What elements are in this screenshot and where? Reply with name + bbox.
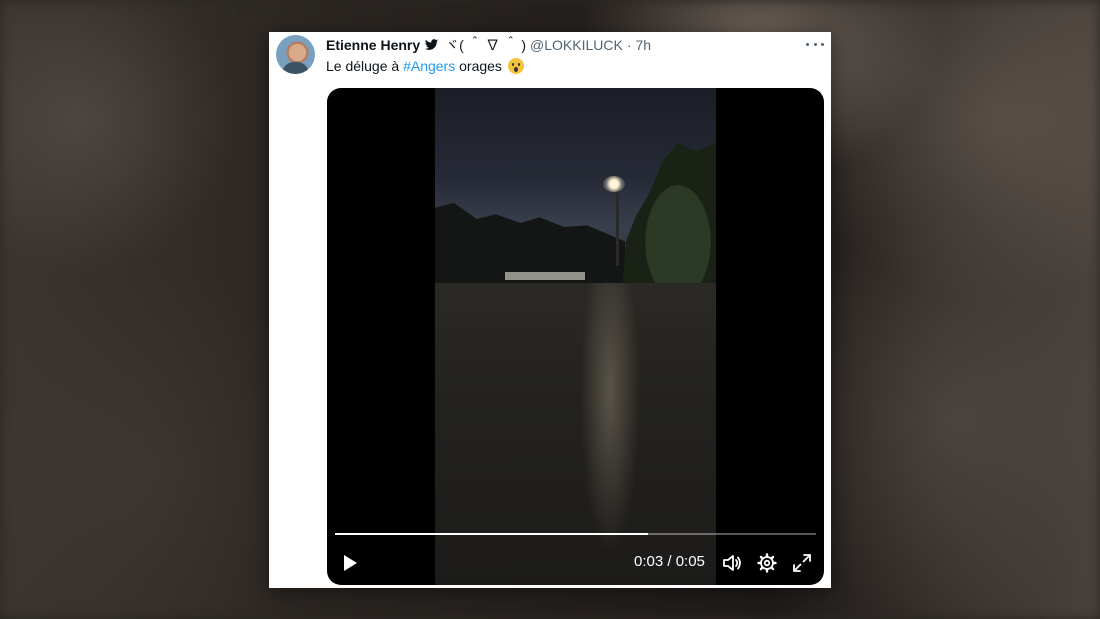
progress-bar[interactable] bbox=[335, 533, 816, 535]
tweet-header: Etienne Henry ヾ( ＾ ∇ ＾ ) @LOKKILUCK · 7h bbox=[326, 36, 651, 54]
volume-icon[interactable] bbox=[722, 553, 742, 573]
video-player[interactable]: 0:03 / 0:05 bbox=[327, 88, 824, 585]
hashtag-link[interactable]: #Angers bbox=[403, 58, 455, 74]
gear-icon[interactable] bbox=[757, 553, 777, 573]
avatar[interactable] bbox=[276, 35, 315, 74]
fullscreen-icon[interactable] bbox=[792, 553, 812, 573]
author-name[interactable]: Etienne Henry bbox=[326, 37, 420, 53]
separator-dot: · bbox=[626, 37, 632, 53]
more-dot bbox=[806, 42, 809, 46]
houses-silhouette bbox=[435, 203, 625, 283]
progress-fill bbox=[335, 533, 648, 535]
flooded-street bbox=[435, 283, 716, 585]
white-fence bbox=[505, 272, 585, 280]
tweet-text-after: orages bbox=[455, 58, 506, 74]
twitter-bird-icon bbox=[425, 39, 439, 50]
street-lamp bbox=[616, 184, 619, 266]
time-display: 0:03 / 0:05 bbox=[634, 553, 705, 570]
tweet-time[interactable]: 7h bbox=[636, 37, 652, 53]
more-dot bbox=[813, 42, 817, 46]
author-handle[interactable]: @LOKKILUCK bbox=[530, 37, 623, 53]
scream-emoji-icon bbox=[507, 58, 524, 74]
more-dot bbox=[821, 42, 824, 46]
lamp-light bbox=[603, 176, 625, 192]
tweet-text: Le déluge à #Angers orages bbox=[326, 58, 524, 74]
tweet-text-before: Le déluge à bbox=[326, 58, 404, 74]
video-frame bbox=[435, 88, 716, 585]
avatar-shirt bbox=[282, 62, 309, 74]
play-icon[interactable] bbox=[341, 554, 359, 572]
kaomoji: ヾ( ＾ ∇ ＾ ) bbox=[445, 37, 527, 53]
more-options-icon[interactable] bbox=[806, 38, 824, 50]
